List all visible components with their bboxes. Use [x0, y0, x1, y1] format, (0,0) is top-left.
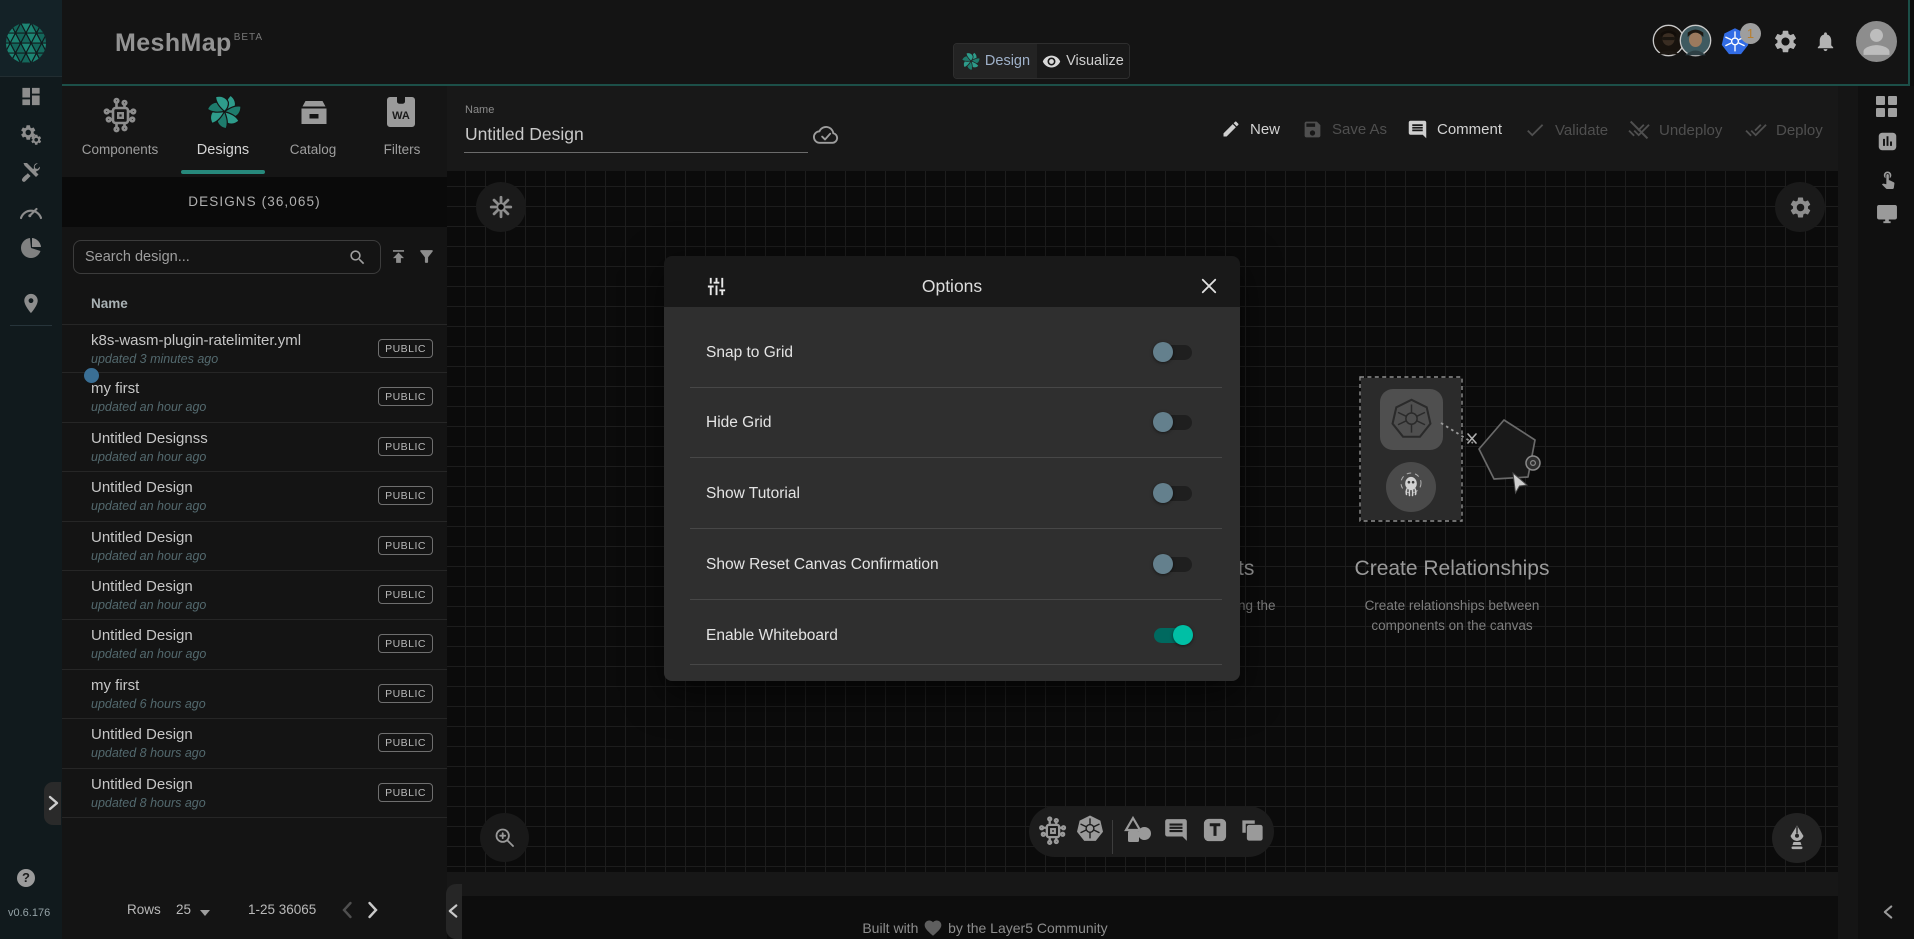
svg-text:WA: WA	[392, 110, 410, 122]
